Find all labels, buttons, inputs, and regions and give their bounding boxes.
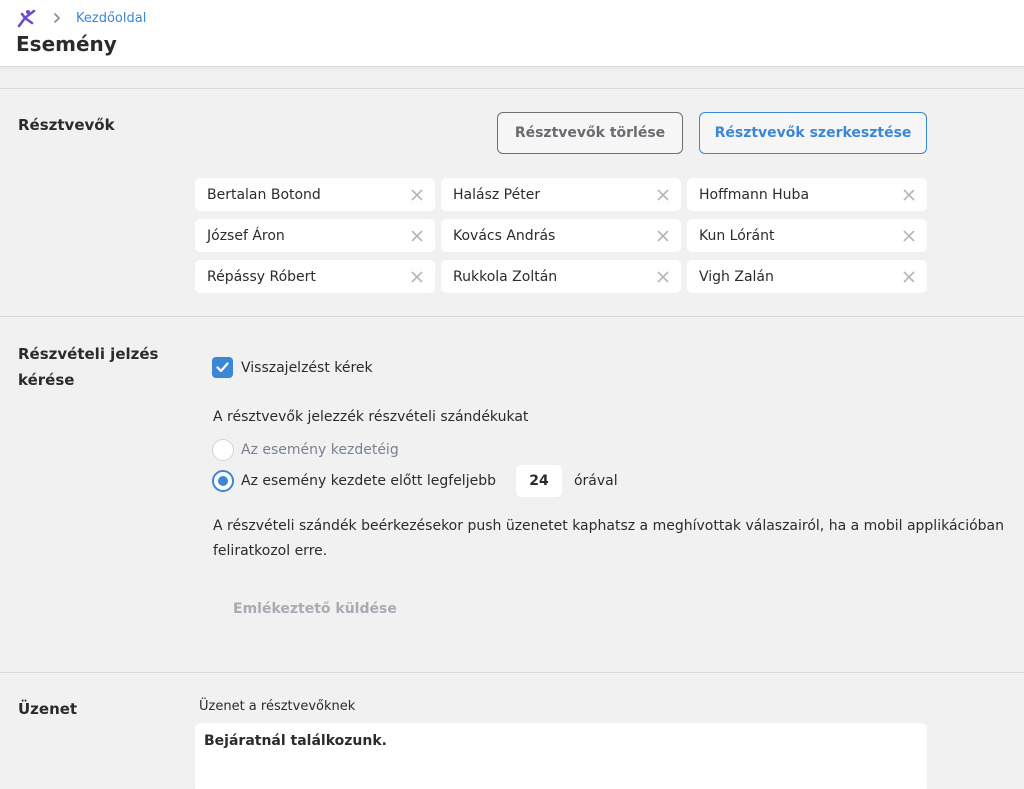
radio-dot [218, 476, 228, 486]
rsvp-section-title-line2: kérése [18, 371, 75, 389]
participants-section-title: Résztvevők [18, 116, 115, 134]
delete-participants-button[interactable]: Résztvevők törlése [497, 112, 683, 154]
send-reminder-button[interactable]: Emlékeztető küldése [233, 601, 397, 617]
rsvp-description: A résztvevők jelezzék részvételi szándék… [213, 409, 529, 425]
radio-until-start-label: Az esemény kezdetéig [241, 442, 399, 458]
push-notification-note: A részvételi szándék beérkezésekor push … [213, 518, 1005, 559]
divider [0, 316, 1024, 317]
breadcrumb-home-link[interactable]: Kezdőoldal [76, 11, 146, 26]
participant-name: Bertalan Botond [207, 186, 321, 203]
remove-icon[interactable] [411, 188, 423, 201]
remove-icon[interactable] [657, 229, 669, 242]
participant-name: Kovács András [453, 227, 556, 244]
chevron-right-icon [54, 13, 61, 23]
feedback-checkbox-label: Visszajelzést kérek [241, 359, 373, 376]
participant-name: Hoffmann Huba [699, 186, 810, 203]
page-title: Esemény [16, 32, 117, 56]
participant-name: Kun Lóránt [699, 227, 775, 244]
rsvp-section-title: Részvételi jelzés kérése [18, 341, 158, 393]
divider [0, 88, 1024, 89]
participant-name: Vigh Zalán [699, 268, 774, 285]
remove-icon[interactable] [657, 270, 669, 283]
participant-chip: Hoffmann Huba [687, 178, 927, 211]
breadcrumb: Kezdőoldal [16, 8, 146, 28]
feedback-checkbox-row[interactable]: Visszajelzést kérek [212, 357, 373, 378]
remove-icon[interactable] [903, 270, 915, 283]
rsvp-section-title-line1: Részvételi jelzés [18, 345, 159, 363]
message-section-title: Üzenet [18, 700, 78, 718]
participant-chip: Halász Péter [441, 178, 681, 211]
person-star-icon[interactable] [16, 8, 38, 28]
top-bar: Kezdőoldal Esemény [0, 0, 1024, 67]
radio-until-start[interactable]: Az esemény kezdetéig [212, 439, 399, 461]
participant-chip-list: Bertalan Botond Halász Péter Hoffmann Hu… [195, 178, 927, 293]
participant-chip: Répássy Róbert [195, 260, 435, 293]
radio-button[interactable] [212, 439, 234, 461]
participant-chip: Kun Lóránt [687, 219, 927, 252]
participant-chip: Kovács András [441, 219, 681, 252]
checkmark-icon [216, 362, 229, 373]
participant-name: Rukkola Zoltán [453, 268, 558, 285]
edit-participants-button[interactable]: Résztvevők szerkesztése [699, 112, 927, 154]
radio-button-selected[interactable] [212, 470, 234, 492]
message-field-label: Üzenet a résztvevőknek [199, 699, 356, 714]
remove-icon[interactable] [903, 229, 915, 242]
radio-before-start[interactable]: Az esemény kezdete előtt legfeljebb óráv… [212, 465, 618, 497]
remove-icon[interactable] [657, 188, 669, 201]
remove-icon[interactable] [903, 188, 915, 201]
participant-name: József Áron [207, 227, 285, 244]
participant-name: Halász Péter [453, 186, 541, 203]
divider [0, 672, 1024, 673]
hours-input[interactable] [515, 465, 562, 497]
feedback-checkbox[interactable] [212, 357, 233, 378]
remove-icon[interactable] [411, 270, 423, 283]
participant-chip: Vigh Zalán [687, 260, 927, 293]
participant-chip: Bertalan Botond [195, 178, 435, 211]
participant-name: Répássy Róbert [207, 268, 316, 285]
message-textarea[interactable]: Bejáratnál találkozunk. [195, 723, 927, 789]
remove-icon[interactable] [411, 229, 423, 242]
participant-chip: József Áron [195, 219, 435, 252]
participant-chip: Rukkola Zoltán [441, 260, 681, 293]
hours-unit-label: órával [573, 473, 618, 489]
radio-before-start-label: Az esemény kezdete előtt legfeljebb [241, 473, 496, 489]
